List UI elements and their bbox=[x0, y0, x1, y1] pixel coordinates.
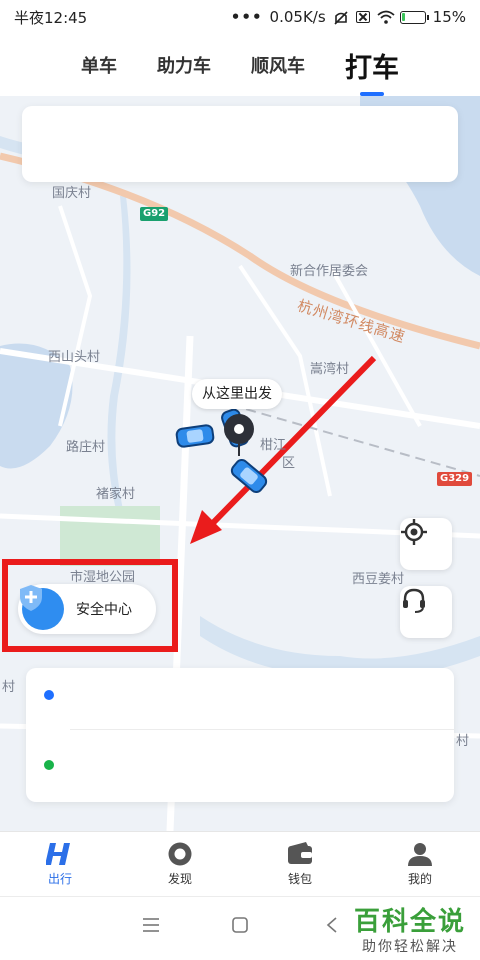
menu-icon[interactable] bbox=[142, 917, 160, 933]
battery-fill bbox=[401, 12, 405, 21]
battery-charging-icon bbox=[399, 10, 429, 24]
wallet-icon bbox=[288, 841, 312, 864]
destination-field[interactable] bbox=[66, 744, 444, 788]
search-card[interactable] bbox=[22, 106, 458, 182]
nav-item-discover[interactable]: 发现 bbox=[120, 832, 240, 895]
pickup-tip: 从这里出发 bbox=[192, 379, 282, 409]
signal-dots-icon: ••• bbox=[230, 8, 263, 26]
map-label-xidoujiang: 西豆姜村 bbox=[352, 572, 405, 587]
locate-button[interactable] bbox=[400, 518, 452, 570]
pickup-pin-icon bbox=[224, 414, 254, 444]
map-label-xinhe: 新合作居委会 bbox=[290, 264, 369, 279]
nav-item-travel[interactable]: 出行 bbox=[0, 832, 120, 895]
locate-icon bbox=[401, 519, 427, 545]
status-bar: 半夜12:45 ••• 0.05K/s 15% bbox=[0, 0, 480, 34]
map-label-xishantou: 西山头村 bbox=[48, 350, 101, 365]
discover-icon bbox=[168, 842, 192, 865]
map-label-guoqing: 国庆村 bbox=[52, 186, 92, 201]
tab-taxi[interactable]: 打车 bbox=[345, 46, 399, 96]
start-location-field[interactable] bbox=[66, 674, 444, 718]
tab-carpool[interactable]: 顺风车 bbox=[251, 52, 305, 78]
status-right: ••• 0.05K/s 15% bbox=[231, 8, 466, 26]
route-card bbox=[26, 668, 454, 802]
nav-item-profile[interactable]: 我的 bbox=[360, 832, 480, 895]
headset-icon bbox=[403, 588, 425, 613]
tab-active-indicator bbox=[360, 91, 384, 96]
wifi-icon bbox=[377, 10, 395, 24]
customer-service-button[interactable] bbox=[400, 586, 452, 638]
nav-item-wallet[interactable]: 钱包 bbox=[240, 832, 360, 895]
tab-ebike[interactable]: 助力车 bbox=[157, 52, 211, 78]
map-view[interactable]: 国庆村 G92 新合作居委会 杭州湾环线高速 西山头村 嵩湾村 路庄村 柑江 区… bbox=[0, 96, 480, 831]
bottom-nav: 出行 发现 钱包 我的 bbox=[0, 831, 480, 895]
back-icon[interactable] bbox=[326, 917, 338, 933]
end-point-dot bbox=[44, 760, 54, 770]
watermark-subtitle: 助你轻松解决 bbox=[361, 939, 458, 955]
route-divider bbox=[70, 729, 454, 730]
tab-bike[interactable]: 单车 bbox=[81, 52, 117, 78]
map-label-cun-right: 村 bbox=[456, 734, 470, 749]
status-time: 半夜12:45 bbox=[14, 8, 88, 27]
start-point-dot bbox=[44, 690, 54, 700]
watermark-title: 百科全说 bbox=[353, 907, 466, 937]
system-nav-bar: 百科全说 助你轻松解决 bbox=[0, 896, 480, 960]
map-label-luzhuang: 路庄村 bbox=[66, 440, 106, 455]
travel-h-icon bbox=[46, 842, 70, 865]
annotation-highlight-box bbox=[2, 559, 178, 652]
map-label-songwan: 嵩湾村 bbox=[310, 362, 350, 377]
map-label-ganjiang: 柑江 bbox=[260, 438, 287, 453]
mute-icon bbox=[333, 10, 349, 25]
close-box-icon bbox=[355, 11, 370, 23]
map-label-cun-left: 村 bbox=[2, 680, 16, 695]
profile-icon bbox=[408, 842, 432, 866]
pickup-pin-stem bbox=[238, 442, 240, 456]
map-label-chujia: 褚家村 bbox=[96, 487, 136, 502]
highway-badge-g92: G92 bbox=[140, 207, 169, 221]
highway-badge-g329: G329 bbox=[437, 472, 473, 486]
battery-percent: 15% bbox=[432, 8, 466, 26]
network-speed: 0.05K/s bbox=[269, 8, 326, 26]
map-label-qu: 区 bbox=[282, 456, 296, 471]
home-icon[interactable] bbox=[232, 917, 248, 933]
watermark: 百科全说 助你轻松解决 bbox=[354, 901, 466, 956]
top-tabs: 单车 助力车 顺风车 打车 bbox=[0, 34, 480, 96]
